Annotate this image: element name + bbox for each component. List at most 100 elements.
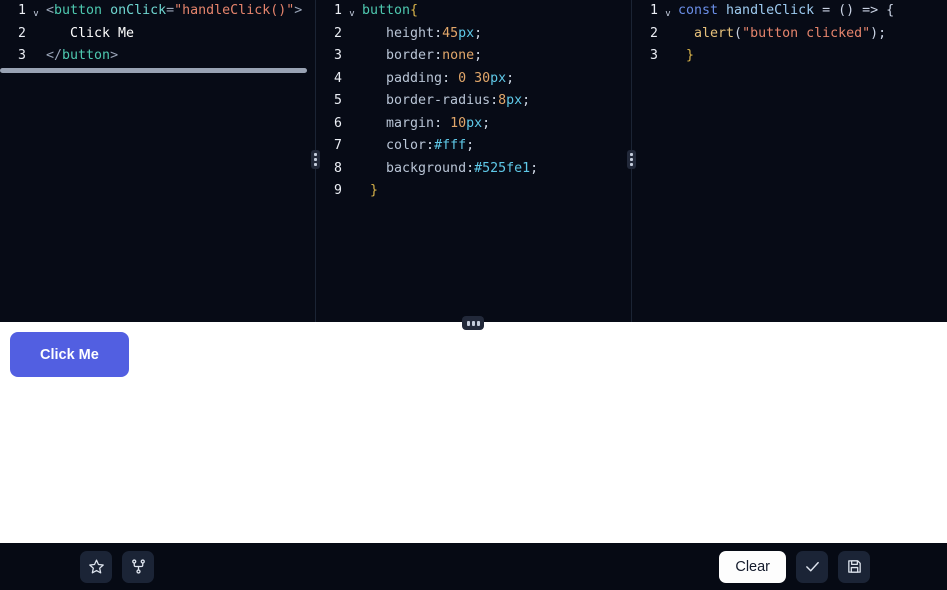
horizontal-splitter-handle[interactable]	[462, 316, 484, 330]
code-token: ;	[474, 48, 482, 63]
code-token: border-radius	[362, 93, 490, 108]
code-line: 9. }	[316, 180, 631, 203]
code-line: 1vbutton{	[316, 0, 631, 23]
code-token	[678, 26, 694, 41]
code-line: 7. color:#fff;	[316, 135, 631, 158]
handle-dot	[314, 153, 317, 156]
code-text: margin: 10px;	[358, 113, 490, 136]
code-token: 8	[498, 93, 506, 108]
fold-spacer: .	[346, 138, 358, 161]
code-text: }	[674, 45, 694, 68]
code-token: const	[678, 3, 718, 18]
js-editor-pane[interactable]: 1vconst handleClick = () => {2. alert("b…	[631, 0, 946, 322]
code-token: #fff	[434, 138, 466, 153]
toolbar-right-group: Clear	[719, 551, 870, 583]
code-token: :	[466, 161, 474, 176]
code-token: #525fe1	[474, 161, 530, 176]
line-number: 1	[632, 0, 662, 23]
code-line: 5. border-radius:8px;	[316, 90, 631, 113]
fold-spacer: .	[346, 93, 358, 116]
code-text: button{	[358, 0, 418, 23]
code-line: 6. margin: 10px;	[316, 113, 631, 136]
check-icon	[804, 558, 821, 575]
code-token: border	[362, 48, 434, 63]
code-text: const handleClick = () => {	[674, 0, 894, 23]
code-line: 3. }	[632, 45, 946, 68]
code-token: :	[442, 71, 458, 86]
html-horizontal-scrollbar[interactable]	[0, 68, 315, 73]
code-token: ;	[474, 26, 482, 41]
chevron-down-icon[interactable]: v	[662, 3, 674, 26]
vertical-splitter-handle-html-css[interactable]	[311, 150, 320, 169]
vertical-splitter-handle-css-js[interactable]	[627, 150, 636, 169]
handle-dot	[314, 163, 317, 166]
code-token	[466, 71, 474, 86]
code-text: height:45px;	[358, 23, 482, 46]
code-token	[718, 3, 726, 18]
code-line: 8. background:#525fe1;	[316, 158, 631, 181]
save-button[interactable]	[838, 551, 870, 583]
code-token: alert	[694, 26, 734, 41]
code-token: ;	[466, 138, 474, 153]
code-text: Click Me	[42, 23, 134, 46]
chevron-down-icon[interactable]: v	[346, 3, 358, 26]
fold-spacer: .	[662, 48, 674, 71]
preview-click-me-button[interactable]: Click Me	[10, 332, 129, 377]
code-token: px	[490, 71, 506, 86]
code-token: height	[362, 26, 434, 41]
fork-icon	[130, 558, 147, 575]
code-token: button	[62, 48, 110, 63]
code-token: 10	[450, 116, 466, 131]
fold-spacer: .	[346, 71, 358, 94]
code-token	[102, 3, 110, 18]
scrollbar-thumb[interactable]	[0, 68, 307, 73]
code-token: </	[46, 48, 62, 63]
code-text: border:none;	[358, 45, 482, 68]
code-token: handleClick	[726, 3, 814, 18]
handle-dot	[630, 158, 633, 161]
code-text: background:#525fe1;	[358, 158, 538, 181]
code-token: button	[362, 3, 410, 18]
line-number: 3	[632, 45, 662, 68]
handle-dot	[477, 321, 480, 326]
code-token: color	[362, 138, 426, 153]
html-code-area[interactable]: 1v<button onClick="handleClick()">2. Cli…	[0, 0, 315, 322]
save-icon	[846, 558, 863, 575]
code-line: 3.</button>	[0, 45, 315, 68]
line-number: 3	[0, 45, 30, 68]
line-number: 2	[0, 23, 30, 46]
code-token: >	[294, 3, 302, 18]
html-editor-pane[interactable]: 1v<button onClick="handleClick()">2. Cli…	[0, 0, 315, 322]
handle-dot	[630, 153, 633, 156]
code-token: margin	[362, 116, 434, 131]
code-token: "button clicked"	[742, 26, 870, 41]
code-token: :	[426, 138, 434, 153]
code-token: =	[166, 3, 174, 18]
code-line: 2. height:45px;	[316, 23, 631, 46]
fork-button[interactable]	[122, 551, 154, 583]
favorite-button[interactable]	[80, 551, 112, 583]
line-number: 6	[316, 113, 346, 136]
code-token: );	[870, 26, 886, 41]
code-text: color:#fff;	[358, 135, 474, 158]
code-token: :	[490, 93, 498, 108]
css-code-area[interactable]: 1vbutton{2. height:45px;3. border:none;4…	[316, 0, 631, 322]
css-editor-pane[interactable]: 1vbutton{2. height:45px;3. border:none;4…	[315, 0, 631, 322]
code-token: ;	[482, 116, 490, 131]
js-code-area[interactable]: 1vconst handleClick = () => {2. alert("b…	[632, 0, 946, 322]
code-token: ;	[530, 161, 538, 176]
code-token: :	[434, 48, 442, 63]
line-number: 1	[316, 0, 346, 23]
handle-dot	[472, 321, 475, 326]
code-text: padding: 0 30px;	[358, 68, 514, 91]
line-number: 5	[316, 90, 346, 113]
code-text: }	[358, 180, 378, 203]
clear-button[interactable]: Clear	[719, 551, 786, 583]
code-token: }	[362, 183, 378, 198]
code-playground-app: 1v<button onClick="handleClick()">2. Cli…	[0, 0, 947, 590]
run-button[interactable]	[796, 551, 828, 583]
chevron-down-icon[interactable]: v	[30, 3, 42, 26]
line-number: 3	[316, 45, 346, 68]
code-token: none	[442, 48, 474, 63]
code-token: Click Me	[46, 26, 134, 41]
